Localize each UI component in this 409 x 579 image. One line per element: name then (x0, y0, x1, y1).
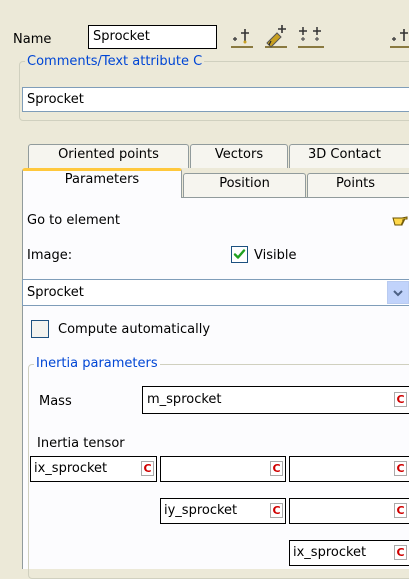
tensor-cell-value: iy_sprocket (164, 503, 238, 518)
insert-point-icon[interactable] (388, 25, 409, 49)
c-button[interactable]: C (394, 461, 407, 476)
tensor-cell-1-2[interactable]: C (160, 456, 286, 482)
mass-label: Mass (39, 394, 72, 409)
mass-input[interactable]: m_sprocket C (142, 386, 409, 414)
tensor-cell-value: ix_sprocket (34, 461, 108, 476)
goto-element-label[interactable]: Go to element (27, 213, 120, 228)
name-input[interactable]: Sprocket (88, 25, 217, 49)
edit-element-icon[interactable] (263, 25, 289, 49)
tab-vectors[interactable]: Vectors (190, 144, 288, 168)
tensor-cell-value: ix_sprocket (293, 545, 367, 560)
tensor-cell-1-1[interactable]: ix_sprocket C (30, 456, 157, 482)
tensor-cell-1-3[interactable]: C (289, 456, 409, 482)
c-button[interactable]: C (270, 461, 283, 476)
tensor-cell-3-3[interactable]: ix_sprocket C (289, 540, 409, 566)
tab-oriented-points[interactable]: Oriented points (28, 144, 189, 168)
image-label: Image: (27, 248, 73, 263)
c-button[interactable]: C (394, 392, 407, 407)
comments-input[interactable]: Sprocket (22, 87, 409, 112)
inertia-legend: Inertia parameters (34, 356, 160, 371)
visible-checkbox[interactable] (231, 246, 248, 263)
tab-position[interactable]: Position (183, 173, 306, 197)
compute-automatically-label: Compute automatically (58, 322, 211, 337)
tab-3d-contact[interactable]: 3D Contact (289, 144, 409, 168)
compute-automatically-checkbox[interactable] (31, 320, 49, 338)
image-select-value: Sprocket (27, 285, 84, 300)
chevron-down-icon[interactable] (387, 281, 409, 304)
tensor-cell-2-3[interactable]: C (289, 498, 409, 524)
visible-label: Visible (254, 248, 297, 263)
comments-legend: Comments/Text attribute C (25, 54, 205, 69)
image-select[interactable]: Sprocket (22, 279, 409, 306)
c-button[interactable]: C (270, 503, 283, 518)
c-button[interactable]: C (394, 545, 407, 560)
name-label: Name (13, 32, 52, 47)
tab-points[interactable]: Points (307, 173, 409, 197)
pointing-hand-icon[interactable] (392, 212, 409, 228)
c-button[interactable]: C (394, 503, 407, 518)
tensor-cell-2-2[interactable]: iy_sprocket C (160, 498, 286, 524)
mass-value: m_sprocket (147, 392, 222, 407)
insert-multiple-icon[interactable] (296, 25, 324, 49)
insert-point-icon[interactable] (229, 25, 255, 49)
tab-parameters[interactable]: Parameters (22, 168, 182, 198)
c-button[interactable]: C (141, 461, 154, 476)
inertia-tensor-label: Inertia tensor (37, 436, 125, 451)
